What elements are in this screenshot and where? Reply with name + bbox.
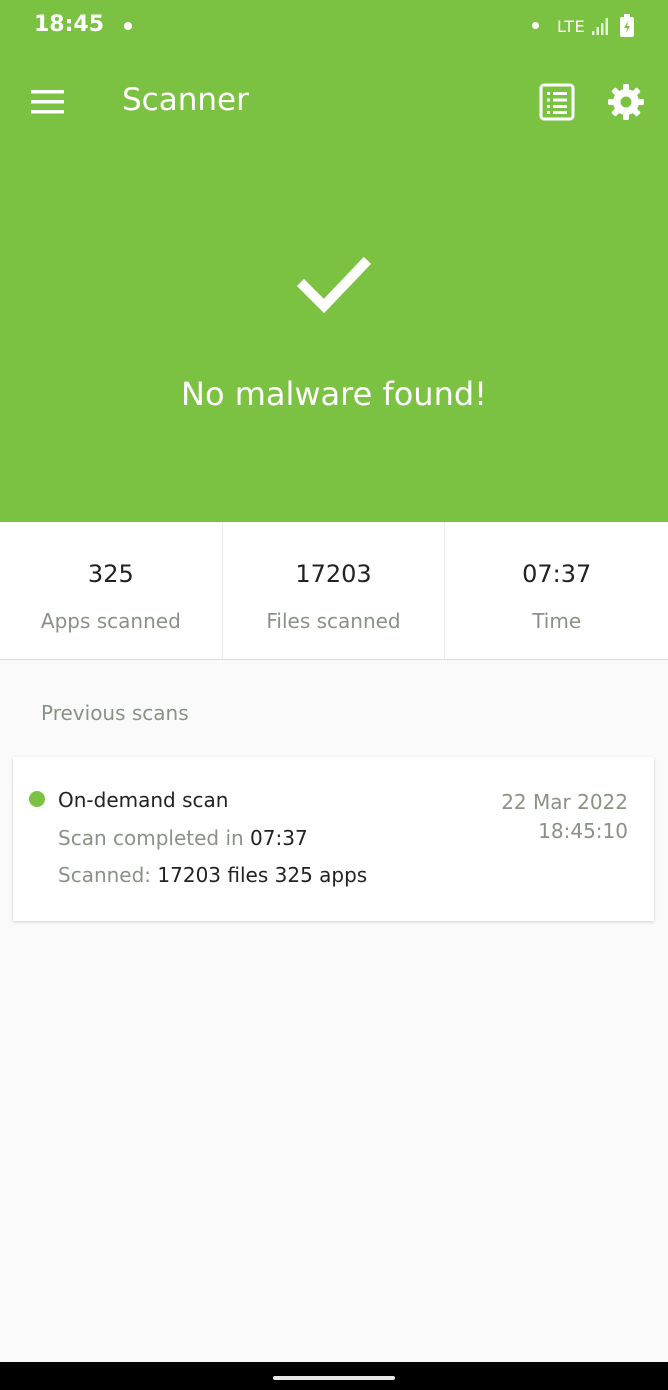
stat-time: 07:37 Time <box>445 522 668 659</box>
settings-icon[interactable] <box>606 82 646 122</box>
home-gesture-handle[interactable] <box>273 1376 395 1380</box>
scan-duration-line: Scan completed in 07:37 <box>58 826 308 850</box>
status-dot-icon <box>29 791 45 807</box>
scan-time: 18:45:10 <box>538 819 628 843</box>
scan-name: On-demand scan <box>58 788 229 812</box>
stat-label: Apps scanned <box>40 609 181 633</box>
stat-value: 17203 <box>295 560 372 588</box>
scan-timestamp: 22 Mar 2022 18:45:10 <box>501 788 628 846</box>
signal-icon <box>592 18 608 35</box>
report-icon[interactable] <box>538 82 576 122</box>
header: 18:45 LTE Scanner No malware found! <box>0 0 668 522</box>
status-time: 18:45 <box>34 12 105 37</box>
app-bar: Scanner <box>0 60 668 144</box>
check-icon <box>296 256 372 314</box>
scan-stats: 325 Apps scanned 17203 Files scanned 07:… <box>0 522 668 660</box>
scan-count-line: Scanned: 17203 files 325 apps <box>58 863 367 887</box>
page-title: Scanner <box>122 82 249 118</box>
scan-date: 22 Mar 2022 <box>501 790 628 814</box>
status-indicator-icon <box>532 22 539 29</box>
stat-label: Time <box>532 609 582 633</box>
scan-count-value: 17203 files 325 apps <box>157 863 368 887</box>
scan-duration-label: Scan completed in <box>58 826 244 850</box>
stat-files-scanned: 17203 Files scanned <box>223 522 446 659</box>
scan-history-item[interactable]: On-demand scan Scan completed in 07:37 S… <box>13 757 654 921</box>
previous-scans-heading: Previous scans <box>41 701 189 725</box>
battery-icon <box>620 14 634 37</box>
scan-duration-value: 07:37 <box>250 826 308 850</box>
status-bar: 18:45 LTE <box>0 0 668 52</box>
stat-apps-scanned: 325 Apps scanned <box>0 522 223 659</box>
system-nav-bar <box>0 1362 668 1390</box>
network-type: LTE <box>557 17 586 36</box>
stat-label: Files scanned <box>266 609 401 633</box>
menu-icon[interactable] <box>28 82 68 122</box>
scan-result-message: No malware found! <box>181 375 487 413</box>
stat-value: 07:37 <box>522 560 592 588</box>
stat-value: 325 <box>87 560 134 588</box>
notification-dot-icon <box>124 22 132 30</box>
scan-count-label: Scanned: <box>58 863 152 887</box>
